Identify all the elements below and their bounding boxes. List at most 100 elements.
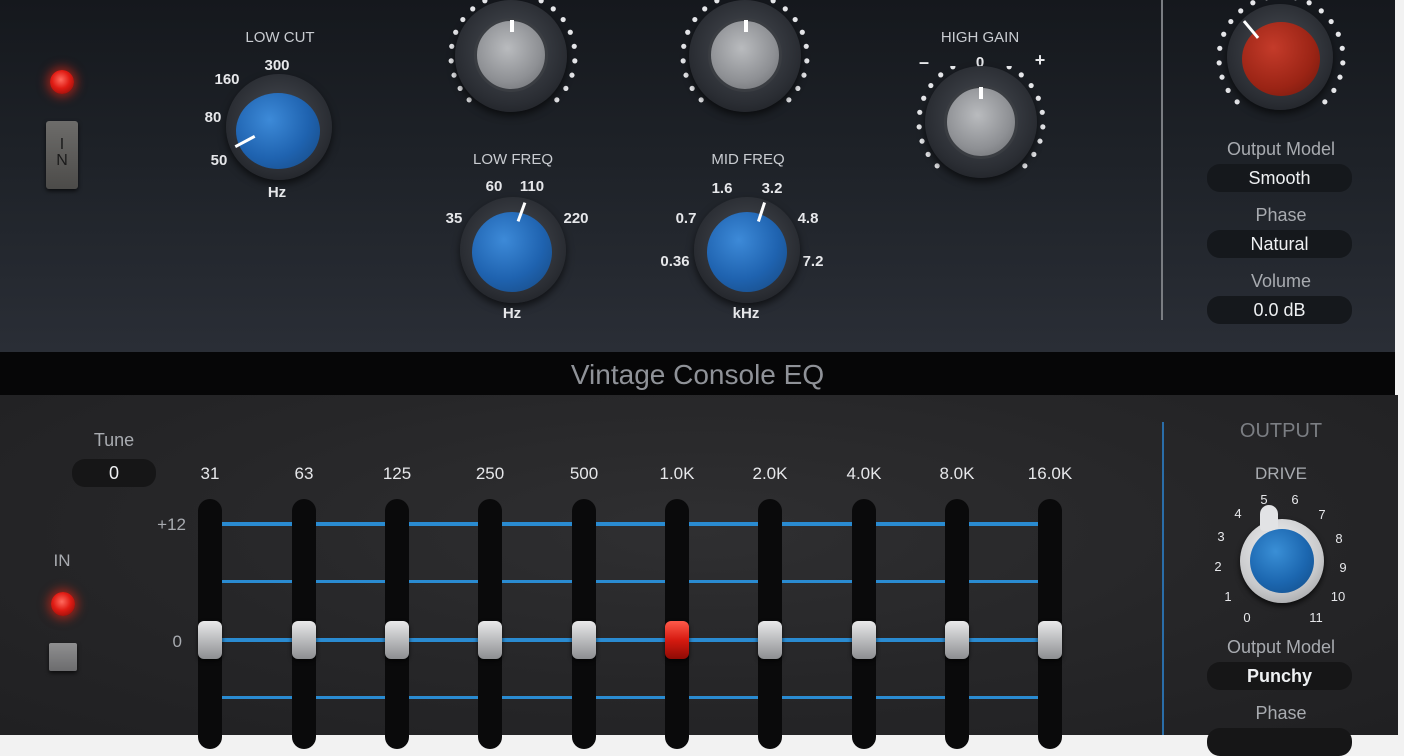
dial-dot: [926, 152, 931, 157]
dial-dot: [783, 6, 788, 11]
dial-dot: [795, 86, 800, 91]
dial-dot: [786, 97, 791, 102]
low-freq-tick-110: 110: [512, 178, 552, 195]
dial-dot: [1336, 32, 1341, 37]
dial-dot: [460, 17, 465, 22]
dial-dot: [449, 44, 454, 49]
fader-handle-250[interactable]: [478, 621, 502, 659]
dial-dot: [921, 96, 926, 101]
drive-tick-4: 4: [1226, 506, 1250, 521]
drive-tick-9: 9: [1331, 560, 1355, 575]
dial-dot: [793, 17, 798, 22]
drive-label: DRIVE: [1206, 464, 1356, 484]
fader-handle-63[interactable]: [292, 621, 316, 659]
dial-dot: [449, 58, 454, 63]
fader-handle-4k[interactable]: [852, 621, 876, 659]
fader-handle-2k[interactable]: [758, 621, 782, 659]
drive-tick-11: 11: [1302, 610, 1330, 625]
volume-value-field[interactable]: 0.0 dB: [1207, 296, 1352, 324]
eq-gridline-zero: [222, 638, 1040, 642]
band-label-16k: 16.0K: [1015, 464, 1085, 484]
dial-dot: [938, 72, 943, 77]
scale-label-zero: 0: [136, 632, 182, 652]
mid-freq-tick-3-2: 3.2: [752, 180, 792, 197]
output-section-title: OUTPUT: [1206, 420, 1356, 443]
tune-field[interactable]: 0: [72, 459, 156, 487]
dial-dot: [563, 86, 568, 91]
drive-knob-pointer: [1260, 505, 1278, 531]
dial-dot: [554, 97, 559, 102]
dial-dot: [572, 44, 577, 49]
output-model-select-top[interactable]: Smooth: [1207, 164, 1352, 192]
drive-knob[interactable]: [1250, 529, 1314, 593]
output-model-label-top: Output Model: [1206, 139, 1356, 160]
drive-tick-7: 7: [1310, 507, 1334, 522]
band-label-63: 63: [274, 464, 334, 484]
low-cut-tick-300: 300: [257, 57, 297, 74]
phase-select-bottom[interactable]: [1207, 728, 1352, 756]
dial-dot: [1340, 46, 1345, 51]
mid-gain-pointer: [744, 20, 748, 32]
low-freq-tick-220: 220: [556, 210, 596, 227]
band-label-1k: 1.0K: [647, 464, 707, 484]
power-toggle-switch[interactable]: I N: [46, 121, 78, 189]
dial-dot: [804, 44, 809, 49]
dial-dot: [1340, 60, 1345, 65]
dial-dot: [1337, 75, 1342, 80]
dial-dot: [928, 83, 933, 88]
mid-freq-label: MID FREQ: [688, 151, 808, 168]
fader-handle-8k[interactable]: [945, 621, 969, 659]
dial-dot: [453, 30, 458, 35]
dial-dot: [1022, 163, 1027, 168]
low-freq-tick-60: 60: [474, 178, 514, 195]
fader-handle-500[interactable]: [572, 621, 596, 659]
fader-handle-16k[interactable]: [1038, 621, 1062, 659]
mid-freq-knob[interactable]: [707, 212, 787, 292]
dial-dot: [935, 163, 940, 168]
phase-select-top[interactable]: Natural: [1207, 230, 1352, 258]
fader-handle-125[interactable]: [385, 621, 409, 659]
low-cut-label: LOW CUT: [220, 29, 340, 46]
dial-dot: [470, 6, 475, 11]
dial-dot: [685, 30, 690, 35]
dial-dot: [1238, 8, 1243, 13]
dial-dot: [1031, 152, 1036, 157]
dial-dot: [1217, 46, 1222, 51]
dial-dot: [917, 124, 922, 129]
dial-dot: [692, 17, 697, 22]
dial-dot: [1219, 75, 1224, 80]
in-label: IN: [42, 551, 82, 571]
dial-dot: [714, 0, 719, 3]
dial-dot: [467, 97, 472, 102]
mid-freq-tick-4-8: 4.8: [788, 210, 828, 227]
mid-freq-unit: kHz: [721, 305, 771, 322]
drive-tick-0: 0: [1235, 610, 1259, 625]
dial-dot: [1331, 88, 1336, 93]
bypass-button[interactable]: [49, 643, 77, 671]
dial-dot: [1007, 66, 1012, 69]
plugin-title: Vintage Console EQ: [0, 352, 1395, 395]
phase-label-top: Phase: [1206, 205, 1356, 226]
tune-label: Tune: [73, 430, 155, 451]
drive-tick-2: 2: [1206, 559, 1230, 574]
dial-dot: [1221, 32, 1226, 37]
low-freq-knob[interactable]: [472, 212, 552, 292]
dial-dot: [568, 30, 573, 35]
band-label-4k: 4.0K: [834, 464, 894, 484]
output-model-label-bottom: Output Model: [1206, 637, 1356, 658]
eq-gridline-top: [222, 522, 1040, 526]
dial-dot: [1226, 88, 1231, 93]
fader-handle-31[interactable]: [198, 621, 222, 659]
low-cut-knob[interactable]: [236, 93, 320, 169]
output-model-select-bottom[interactable]: Punchy: [1207, 662, 1352, 690]
mid-freq-tick-0-36: 0.36: [653, 253, 697, 270]
dial-dot: [551, 6, 556, 11]
dial-dot: [1040, 124, 1045, 129]
fader-handle-1k[interactable]: [665, 621, 689, 659]
low-freq-label: LOW FREQ: [453, 151, 573, 168]
band-label-31: 31: [180, 464, 240, 484]
dial-dot: [1322, 99, 1327, 104]
band-label-500: 500: [554, 464, 614, 484]
dial-dot: [690, 86, 695, 91]
dial-dot: [458, 86, 463, 91]
